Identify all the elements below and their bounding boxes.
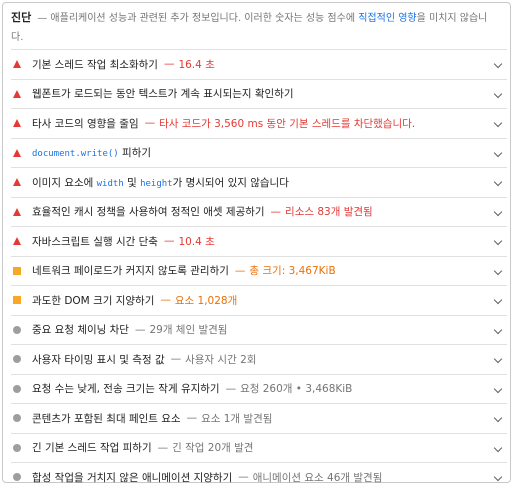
chevron-down-icon[interactable]: [493, 413, 503, 423]
audit-title: 효율적인 캐시 정책을 사용하여 정적인 애셋 제공하기: [32, 206, 265, 219]
audit-title-code: width: [96, 178, 124, 189]
audit-title: 자바스크립트 실행 시간 단축: [32, 235, 158, 248]
direct-impact-link[interactable]: 직접적인 영향: [358, 13, 416, 24]
audit-row[interactable]: 요청 수는 낮게, 전송 크기는 작게 유지하기 — 요청 260개 • 3,468…: [11, 373, 507, 404]
detail-separator: —: [163, 235, 175, 248]
audit-row[interactable]: 자바스크립트 실행 시간 단축 —10.4 초: [11, 226, 507, 256]
chevron-down-icon[interactable]: [493, 118, 503, 128]
detail-separator: —: [270, 205, 282, 218]
chevron-down-icon[interactable]: [493, 177, 503, 187]
chevron-down-icon[interactable]: [493, 59, 503, 69]
audit-title-text: 이미지 요소에: [32, 176, 97, 189]
audit-title: 요청 수는 낮게, 전송 크기는 작게 유지하기: [32, 383, 220, 396]
audit-title: 이미지 요소에 width 및 height가 명시되어 있지 않습니다: [32, 175, 289, 190]
chevron-down-icon[interactable]: [493, 266, 503, 275]
audit-display-value: 10.4 초: [178, 235, 215, 248]
audit-list: 기본 스레드 작업 최소화하기 —16.4 초 웹폰트가 로드되는 동안 텍스트가 …: [11, 49, 507, 492]
audit-row[interactable]: 타사 코드의 영향을 줄임 — 타사 코드가 3,560 ms 동안 기본 스레드를…: [11, 108, 507, 138]
audit-display-value: 총 크기: 3,467KiB: [249, 265, 336, 278]
audit-display-value: 요청 260개 • 3,468KiB: [240, 383, 353, 396]
gray-circle-icon: [13, 355, 21, 364]
orange-square-icon: [13, 296, 21, 305]
audit-row[interactable]: 기본 스레드 작업 최소화하기 —16.4 초: [11, 49, 507, 79]
detail-separator: —: [238, 471, 249, 484]
detail-separator: —: [170, 353, 182, 366]
audit-display-value: 긴 작업 20개 발견: [172, 442, 254, 455]
red-triangle-icon: [13, 89, 21, 98]
audit-display-value: 29개 체인 발견됨: [149, 324, 228, 337]
gray-circle-icon: [13, 384, 21, 393]
audit-title: 과도한 DOM 크기 지양하기: [32, 294, 155, 307]
audit-display-value: 요소 1,028개: [174, 294, 238, 307]
audit-row[interactable]: 네트워크 페이로드가 커지지 않도록 관리하기 — 총 크기: 3,467KiB: [11, 255, 507, 286]
audit-display-value: 타사 코드가 3,560 ms 동안 기본 스레드를 차단했습니다.: [159, 117, 416, 130]
gray-circle-icon: [13, 325, 21, 334]
chevron-down-icon[interactable]: [493, 207, 503, 216]
audit-row[interactable]: 중요 요청 체이닝 차단 —29개 체인 발견됨: [11, 314, 507, 345]
red-triangle-icon: [13, 148, 21, 157]
audit-title: 네트워크 페이로드가 커지지 않도록 관리하기: [32, 265, 229, 278]
audit-row[interactable]: 효율적인 캐시 정책을 사용하여 정적인 애셋 제공하기 — 리소스 83개 발견됨: [11, 196, 507, 227]
detail-separator: —: [234, 264, 246, 277]
audit-display-value: 16.4 초: [178, 58, 215, 71]
audit-title-code: height: [140, 178, 173, 189]
gray-circle-icon: [13, 443, 21, 452]
audit-title: 긴 기본 스레드 작업 피하기: [32, 442, 152, 455]
audit-title-code: document.write(): [32, 149, 119, 160]
chevron-down-icon[interactable]: [493, 295, 503, 305]
audit-title-text: 피하기: [118, 147, 152, 160]
orange-square-icon: [13, 266, 21, 275]
audit-display-value: 애니메이션 요소 46개 발견됨: [252, 471, 383, 484]
chevron-down-icon[interactable]: [493, 325, 503, 334]
red-triangle-icon: [13, 60, 21, 69]
audit-row[interactable]: 사용자 타이밍 표시 및 측정 값 — 사용자 시간 2회: [11, 344, 507, 374]
red-triangle-icon: [13, 178, 21, 187]
detail-separator: —: [160, 294, 171, 307]
audit-title-text: 가 명시되어 있지 않습니다: [172, 176, 289, 189]
audit-title: 웹폰트가 로드되는 동안 텍스트가 계속 표시되는지 확인하기: [32, 88, 294, 101]
chevron-down-icon[interactable]: [493, 236, 503, 246]
audit-display-value: 리소스 83개 발견됨: [285, 206, 373, 219]
section-description: — 애플리케이션 성능과 관련된 추가 정보입니다. 이러한 숫자는 성능 점수…: [37, 13, 359, 24]
chevron-down-icon[interactable]: [493, 148, 503, 157]
chevron-down-icon[interactable]: [493, 443, 503, 452]
audit-row[interactable]: 과도한 DOM 크기 지양하기 — 요소 1,028개: [11, 285, 507, 315]
diagnostics-panel: 진단 — 애플리케이션 성능과 관련된 추가 정보입니다. 이러한 숫자는 성능 …: [2, 2, 511, 484]
audit-row[interactable]: 긴 기본 스레드 작업 피하기 — 긴 작업 20개 발견: [11, 432, 507, 463]
red-triangle-icon: [13, 207, 21, 216]
diagnostics-header: 진단 — 애플리케이션 성능과 관련된 추가 정보입니다. 이러한 숫자는 성능 …: [11, 8, 499, 47]
detail-separator: —: [134, 323, 146, 336]
gray-circle-icon: [13, 473, 21, 482]
section-title: 진단: [11, 11, 32, 24]
detail-separator: —: [144, 117, 156, 130]
red-triangle-icon: [13, 237, 21, 246]
audit-row[interactable]: 이미지 요소에 width 및 height가 명시되어 있지 않습니다: [11, 167, 507, 197]
audit-title: 콘텐츠가 포함된 최대 페인트 요소: [32, 412, 181, 425]
audit-title-text: 및: [123, 176, 141, 189]
audit-row[interactable]: 웹폰트가 로드되는 동안 텍스트가 계속 표시되는지 확인하기: [11, 78, 507, 109]
audit-row[interactable]: document.write() 피하기: [11, 137, 507, 168]
audit-row[interactable]: 합성 작업을 거치지 않은 애니메이션 지양하기 — 애니메이션 요소 46개 발견…: [11, 462, 507, 492]
chevron-down-icon[interactable]: [493, 384, 503, 393]
detail-separator: —: [225, 382, 237, 395]
audit-title: 타사 코드의 영향을 줄임: [32, 117, 139, 130]
chevron-down-icon[interactable]: [493, 89, 503, 98]
audit-row[interactable]: 콘텐츠가 포함된 최대 페인트 요소 — 요소 1개 발견됨: [11, 403, 507, 433]
audit-title: 사용자 타이밍 표시 및 측정 값: [32, 353, 165, 366]
gray-circle-icon: [13, 414, 21, 423]
detail-separator: —: [163, 58, 175, 71]
detail-separator: —: [186, 412, 198, 425]
audit-title: 합성 작업을 거치지 않은 애니메이션 지양하기: [32, 471, 233, 484]
chevron-down-icon[interactable]: [493, 354, 503, 364]
chevron-down-icon[interactable]: [493, 472, 503, 482]
red-triangle-icon: [13, 119, 21, 128]
detail-separator: —: [157, 441, 169, 454]
audit-display-value: 요소 1개 발견됨: [201, 412, 273, 425]
audit-title: 중요 요청 체이닝 차단: [32, 324, 129, 337]
audit-title: document.write() 피하기: [32, 145, 151, 160]
audit-title: 기본 스레드 작업 최소화하기: [32, 58, 158, 71]
audit-display-value: 사용자 시간 2회: [185, 353, 257, 366]
